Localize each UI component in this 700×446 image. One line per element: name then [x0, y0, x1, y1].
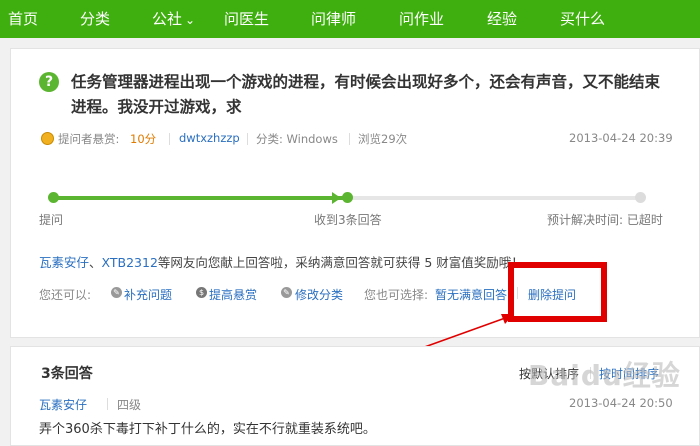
- nav-home[interactable]: 首页: [8, 0, 38, 38]
- coin-icon: $: [196, 287, 207, 298]
- reward-value: 10分: [130, 132, 157, 146]
- nav-shopping[interactable]: 买什么: [560, 0, 605, 38]
- nav-categories[interactable]: 分类: [80, 0, 110, 38]
- step-label-answered: 收到3条回答: [314, 213, 382, 227]
- question-time: 2013-04-24 20:39: [569, 131, 673, 145]
- progress-dot-asked: [48, 192, 59, 203]
- view-count: 浏览29次: [358, 132, 408, 146]
- raise-reward-link[interactable]: 提高悬赏: [209, 286, 257, 303]
- answerer-link-1[interactable]: 瓦素安仔: [39, 255, 89, 270]
- meta-divider: [349, 133, 350, 145]
- step-label-resolve: 预计解决时间: 已超时: [547, 213, 663, 227]
- answer-user-link[interactable]: 瓦素安仔: [39, 396, 87, 413]
- nav-experience[interactable]: 经验: [487, 0, 517, 38]
- reward-label: 提问者悬赏:: [58, 132, 120, 146]
- coin-icon: [41, 132, 54, 145]
- edit-category-link[interactable]: 修改分类: [295, 286, 343, 303]
- progress-track-pending: [347, 196, 642, 200]
- meta-divider: [169, 133, 170, 145]
- answer-text: 弄个360杀下毒打下补丁什么的，实在不行就重装系统吧。: [39, 422, 376, 437]
- baidu-watermark: Baidu经验: [528, 359, 681, 392]
- answerer-link-2[interactable]: XTB2312: [102, 255, 158, 270]
- nav-community[interactable]: 公社 ⌄: [152, 0, 195, 38]
- step-label-asked: 提问: [39, 213, 64, 227]
- progress-dot-answered: [342, 192, 353, 203]
- question-mark-icon: ?: [39, 72, 59, 92]
- nav-ask-lawyer[interactable]: 问律师: [311, 0, 356, 38]
- progress-dot-resolve: [635, 192, 646, 203]
- chevron-down-icon: ⌄: [185, 13, 196, 27]
- question-title: 任务管理器进程出现一个游戏的进程，有时候会出现好多个，还会有声音，又不能结束进程…: [71, 73, 661, 116]
- answer-meta-divider: [107, 398, 108, 410]
- nav-community-label: 公社: [152, 10, 183, 28]
- supplement-question-link[interactable]: 补充问题: [124, 286, 172, 303]
- edit-category-icon: ✎: [281, 287, 292, 298]
- answer-notice: 瓦素安仔、XTB2312等网友向您献上回答啦，采纳满意回答就可获得 5 财富值奖…: [39, 252, 524, 271]
- progress-track-done: [53, 196, 346, 200]
- meta-divider: [247, 133, 248, 145]
- asker-link[interactable]: dwtxzhzzp: [179, 131, 240, 145]
- category-label[interactable]: 分类: Windows: [256, 131, 338, 147]
- edit-icon: ✎: [111, 287, 122, 298]
- answer-time: 2013-04-24 20:50: [569, 396, 673, 410]
- notice-text: 等网友向您献上回答啦，采纳满意回答就可获得 5 财富值奖励哦！: [157, 255, 524, 270]
- top-nav: 首页 分类 公社 ⌄ 问医生 问律师 问作业 经验 买什么: [0, 0, 700, 38]
- nav-ask-doctor[interactable]: 问医生: [224, 0, 269, 38]
- notice-separator: 、: [89, 255, 102, 270]
- progress-arrow-icon: [332, 192, 341, 204]
- nav-ask-homework[interactable]: 问作业: [399, 0, 444, 38]
- you-can-label: 您还可以:: [39, 288, 92, 302]
- answers-header: 3条回答: [41, 366, 93, 382]
- highlight-box: [508, 262, 607, 322]
- answer-user-level: 四级: [117, 398, 142, 412]
